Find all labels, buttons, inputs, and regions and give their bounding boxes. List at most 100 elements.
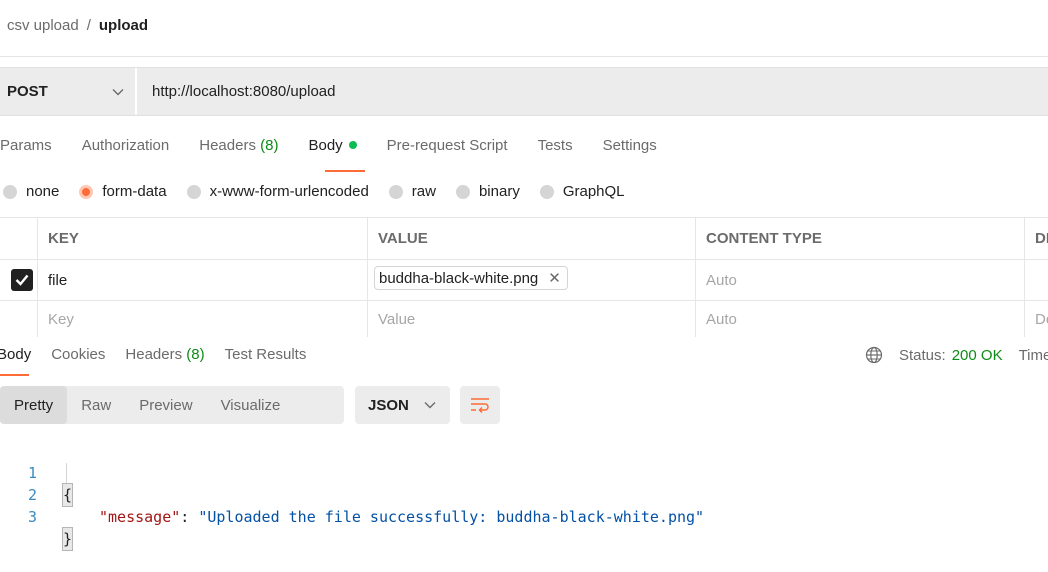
key-cell[interactable]: file — [37, 260, 368, 300]
code-content: "message": "Uploaded the file successful… — [99, 506, 704, 528]
code-line: 3 } — [0, 484, 74, 551]
radio-circle-icon — [186, 184, 201, 199]
divider — [0, 56, 1048, 57]
table-row: file buddha-black-white.png ✕ Auto — [0, 260, 1048, 301]
radio-form-data[interactable]: form-data — [79, 183, 167, 200]
radio-raw[interactable]: raw — [388, 183, 436, 200]
tab-label: Tests — [537, 137, 573, 154]
radio-graphql[interactable]: GraphQL — [539, 183, 625, 200]
method-select[interactable]: POST — [0, 68, 137, 115]
breadcrumb-parent[interactable]: csv upload — [7, 17, 79, 34]
tab-authorization[interactable]: Authorization — [82, 137, 170, 154]
view-mode-group: Pretty Raw Preview Visualize — [0, 386, 344, 424]
response-tabs: Body Cookies Headers (8) Test Results — [0, 346, 326, 363]
code-line: 2 "message": "Uploaded the file successf… — [0, 462, 704, 526]
tab-cookies[interactable]: Cookies — [51, 346, 105, 363]
tab-label: Body — [308, 137, 343, 154]
file-name: buddha-black-white.png — [379, 269, 539, 287]
tab-headers[interactable]: Headers (8) — [199, 137, 278, 154]
tab-label: Pre-request Script — [386, 137, 508, 154]
tab-label: Test Results — [224, 346, 307, 363]
tab-label: Cookies — [51, 346, 106, 363]
response-status: Status: 200 OK Time: — [865, 346, 1048, 364]
body-type-radios: none form-data x-www-form-urlencoded raw… — [3, 183, 645, 200]
radio-circle-icon — [3, 184, 17, 199]
chevron-down-icon — [112, 88, 124, 95]
close-icon[interactable]: ✕ — [548, 269, 561, 287]
url-input[interactable]: http://localhost:8080/upload — [152, 83, 335, 100]
tab-pre-request-script[interactable]: Pre-request Script — [387, 137, 508, 154]
checkmark-icon — [15, 274, 29, 286]
file-chip: buddha-black-white.png ✕ — [374, 266, 568, 290]
json-value: "Uploaded the file successfully: buddha-… — [198, 508, 705, 526]
status-label: Status: — [899, 346, 946, 364]
view-preview-button[interactable]: Preview — [125, 386, 206, 424]
active-tab-indicator — [0, 374, 29, 376]
code-line: 1 { — [0, 440, 74, 507]
content-type-input[interactable]: Auto — [695, 301, 1025, 337]
description-cell[interactable] — [1024, 260, 1048, 300]
method-label: POST — [7, 83, 48, 100]
description-input[interactable]: De — [1024, 301, 1048, 337]
indent-guide — [66, 463, 67, 485]
format-label: JSON — [368, 396, 409, 414]
line-number: 3 — [27, 508, 37, 526]
value-cell[interactable]: buddha-black-white.png ✕ — [367, 260, 696, 300]
radio-label: x-www-form-urlencoded — [209, 183, 369, 200]
wrap-lines-button[interactable] — [460, 386, 500, 424]
json-colon: : — [180, 508, 199, 526]
wrap-lines-icon — [471, 398, 489, 413]
open-brace: { — [61, 483, 74, 507]
radio-circle-icon — [539, 184, 554, 199]
tab-count: (8) — [186, 346, 205, 363]
radio-label: raw — [411, 183, 436, 200]
view-pretty-button[interactable]: Pretty — [0, 386, 68, 424]
view-raw-button[interactable]: Raw — [67, 386, 125, 424]
column-header-key: KEY — [37, 218, 368, 259]
breadcrumb: csv upload / upload — [7, 17, 148, 34]
radio-label: none — [26, 183, 60, 200]
radio-label: form-data — [102, 183, 167, 200]
table-header-row: KEY VALUE CONTENT TYPE DE — [0, 218, 1048, 260]
row-checkbox[interactable] — [11, 269, 33, 291]
status-code[interactable]: 200 OK — [952, 347, 1003, 364]
close-brace: } — [61, 527, 74, 551]
radio-none[interactable]: none — [3, 183, 59, 200]
tab-settings[interactable]: Settings — [603, 137, 657, 154]
time-label[interactable]: Time: — [1019, 347, 1048, 364]
tab-label: Headers — [125, 346, 183, 363]
modified-dot-icon — [348, 141, 357, 149]
content-type-cell[interactable]: Auto — [695, 260, 1025, 300]
tab-body[interactable]: Body — [308, 137, 357, 154]
breadcrumb-separator: / — [86, 17, 91, 34]
request-tabs: Params Authorization Headers (8) Body Pr… — [0, 137, 687, 154]
radio-label: binary — [478, 183, 520, 200]
radio-urlencoded[interactable]: x-www-form-urlencoded — [186, 183, 369, 200]
view-visualize-button[interactable]: Visualize — [207, 386, 295, 424]
radio-binary[interactable]: binary — [455, 183, 520, 200]
chevron-down-icon — [424, 402, 436, 409]
breadcrumb-current[interactable]: upload — [99, 17, 148, 34]
table-row-empty: Key Value Auto De — [0, 301, 1048, 337]
tab-response-headers[interactable]: Headers (8) — [125, 346, 204, 363]
format-select[interactable]: JSON — [355, 386, 450, 424]
radio-circle-icon — [388, 184, 403, 199]
active-tab-indicator — [325, 170, 365, 172]
tab-tests[interactable]: Tests — [538, 137, 573, 154]
tab-label: Body — [0, 346, 32, 363]
tab-label: Params — [0, 137, 52, 154]
form-data-table: KEY VALUE CONTENT TYPE DE file buddha-bl… — [0, 217, 1048, 337]
key-input[interactable]: Key — [37, 301, 368, 337]
globe-icon[interactable] — [865, 346, 883, 364]
radio-selected-icon — [79, 184, 94, 199]
tab-label: Headers — [199, 137, 256, 154]
column-header-content-type: CONTENT TYPE — [695, 218, 1025, 259]
tab-response-body[interactable]: Body — [0, 346, 31, 363]
value-input[interactable]: Value — [367, 301, 696, 337]
radio-label: GraphQL — [562, 183, 625, 200]
tab-test-results[interactable]: Test Results — [225, 346, 307, 363]
tab-label: Authorization — [81, 137, 170, 154]
tab-count: (8) — [260, 137, 279, 154]
tab-params[interactable]: Params — [0, 137, 52, 154]
radio-circle-icon — [455, 184, 470, 199]
